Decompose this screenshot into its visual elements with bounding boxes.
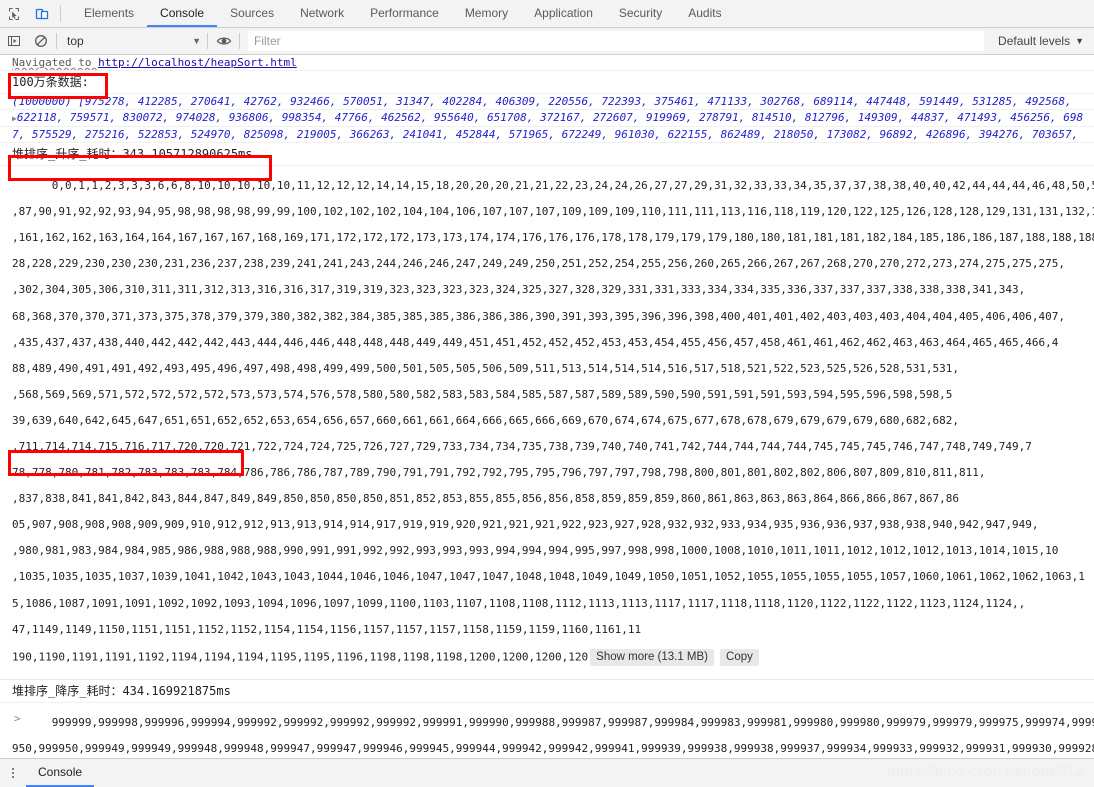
chevron-down-icon: ▼	[192, 36, 201, 46]
asc-line: 0,0,1,1,2,3,3,3,6,6,8,10,10,10,10,10,11,…	[51, 179, 1094, 193]
toolbar-divider	[60, 5, 61, 22]
execution-context-value: top	[67, 34, 84, 48]
devtools-tabbar: Elements Console Sources Network Perform…	[0, 0, 1094, 28]
console-message-array-line-2: ▶622118, 759571, 830072, 974028, 936806,…	[0, 110, 1094, 127]
asc-line: 28,228,229,230,230,230,231,236,237,238,2…	[12, 257, 1065, 271]
asc-line: ,1035,1035,1035,1037,1039,1041,1042,1043…	[12, 570, 1085, 584]
navigated-url[interactable]: http://localhost/heapSort.html	[98, 56, 297, 69]
asc-line: 78,778,780,781,782,783,783,783,784,786,7…	[12, 466, 986, 480]
asc-label-text: 堆排序_升序_耗时：343.105712890625ms	[12, 147, 253, 161]
panel-tabs: Elements Console Sources Network Perform…	[65, 0, 735, 27]
asc-line: 68,368,370,370,371,373,375,378,379,379,3…	[12, 309, 1065, 323]
asc-line: ,980,981,983,984,984,985,986,988,988,988…	[12, 544, 1059, 558]
filterbar-divider-1	[56, 33, 57, 49]
tab-console[interactable]: Console	[147, 0, 218, 27]
chevron-down-icon: ▼	[1075, 36, 1084, 46]
desc-line: 950,999950,999949,999949,999948,999948,9…	[12, 741, 1094, 755]
filterbar-divider-3	[239, 33, 240, 49]
asc-line: 39,639,640,642,645,647,651,651,652,652,6…	[12, 413, 960, 427]
tab-application[interactable]: Application	[521, 0, 606, 27]
filter-input[interactable]	[248, 31, 985, 51]
desc-data-block: 999999,999998,999996,999994,999992,99999…	[0, 703, 1094, 758]
drawer-bar: Console https://blog.csdn.net/one312	[0, 758, 1094, 787]
asc-line: ,837,838,841,841,842,843,844,847,849,849…	[12, 492, 960, 506]
asc-line: ,87,90,91,92,92,93,94,95,98,98,98,98,99,…	[12, 205, 1094, 219]
console-message-asc-label: 堆排序_升序_耗时：343.105712890625ms	[0, 143, 1094, 166]
tab-network[interactable]: Network	[287, 0, 357, 27]
asc-line: 47,1149,1149,1150,1151,1151,1152,1152,11…	[12, 622, 642, 636]
total-label-text: 100万条数据:	[12, 75, 89, 89]
asc-line: ,568,569,569,571,572,572,572,572,573,573…	[12, 387, 953, 401]
console-message-array-line-3: 7, 575529, 275216, 522853, 524970, 82509…	[0, 127, 1094, 143]
devtools-window: Elements Console Sources Network Perform…	[0, 0, 1094, 787]
tab-memory[interactable]: Memory	[452, 0, 521, 27]
console-prompt-caret[interactable]: >	[14, 712, 21, 725]
execution-context-select[interactable]: top ▼	[59, 31, 205, 51]
live-expression-eye-icon[interactable]	[210, 28, 237, 54]
asc-line: 88,489,490,491,491,492,493,495,496,497,4…	[12, 361, 960, 375]
console-message-array-line-1: (1000000) [975278, 412285, 270641, 42762…	[0, 94, 1094, 110]
drawer-tab-console[interactable]: Console	[26, 759, 95, 787]
asc-actions: Show more (13.1 MB) Copy	[590, 648, 759, 666]
console-message-total-label: 100万条数据:	[0, 71, 1094, 94]
tab-audits[interactable]: Audits	[675, 0, 734, 27]
kebab-menu-icon[interactable]	[0, 759, 26, 787]
desc-line: 999999,999998,999996,999994,999992,99999…	[51, 715, 1094, 729]
console-message-navigated: Navigated to http://localhost/heapSort.h…	[0, 55, 1094, 71]
console-sidebar-icon[interactable]	[0, 28, 27, 54]
clear-console-icon[interactable]	[27, 28, 54, 54]
asc-line: 5,1086,1087,1091,1091,1092,1092,1093,109…	[12, 596, 1026, 610]
console-output[interactable]: Navigated to http://localhost/heapSort.h…	[0, 55, 1094, 758]
tab-security[interactable]: Security	[606, 0, 675, 27]
asc-line: ,161,162,162,163,164,164,167,167,167,168…	[12, 231, 1094, 245]
show-more-button[interactable]: Show more (13.1 MB)	[590, 648, 715, 666]
asc-line: 05,907,908,908,908,909,909,910,912,912,9…	[12, 518, 1039, 532]
tab-performance[interactable]: Performance	[357, 0, 452, 27]
inspect-cursor-icon[interactable]	[0, 0, 28, 27]
asc-line: ,302,304,305,306,310,311,311,312,313,316…	[12, 283, 1026, 297]
log-levels-select[interactable]: Default levels ▼	[984, 34, 1094, 48]
tab-elements[interactable]: Elements	[71, 0, 147, 27]
asc-data-block: 0,0,1,1,2,3,3,3,6,6,8,10,10,10,10,10,11,…	[0, 166, 1094, 679]
navigated-prefix: Navigated to	[12, 56, 99, 69]
array-line-1: (1000000) [975278, 412285, 270641, 42762…	[12, 95, 1072, 108]
array-line-2: 622118, 759571, 830072, 974028, 936806, …	[16, 111, 1084, 124]
watermark: https://blog.csdn.net/one312	[887, 763, 1084, 780]
asc-line: ,711,714,714,715,716,717,720,720,721,722…	[12, 439, 1032, 453]
console-filterbar: top ▼ Default levels ▼	[0, 28, 1094, 55]
asc-line-last: 190,1190,1191,1191,1192,1194,1194,1194,1…	[12, 650, 589, 664]
filterbar-divider-2	[207, 33, 208, 49]
console-message-desc-label: 堆排序_降序_耗时：434.169921875ms	[0, 680, 1094, 703]
tab-sources[interactable]: Sources	[217, 0, 287, 27]
log-levels-label: Default levels	[998, 34, 1071, 48]
copy-button[interactable]: Copy	[720, 648, 759, 666]
array-line-3: 7, 575529, 275216, 522853, 524970, 82509…	[12, 128, 1079, 141]
device-toggle-icon[interactable]	[28, 0, 56, 27]
asc-line: ,435,437,437,438,440,442,442,442,443,444…	[12, 335, 1059, 349]
desc-label-text: 堆排序_降序_耗时：434.169921875ms	[12, 683, 231, 698]
